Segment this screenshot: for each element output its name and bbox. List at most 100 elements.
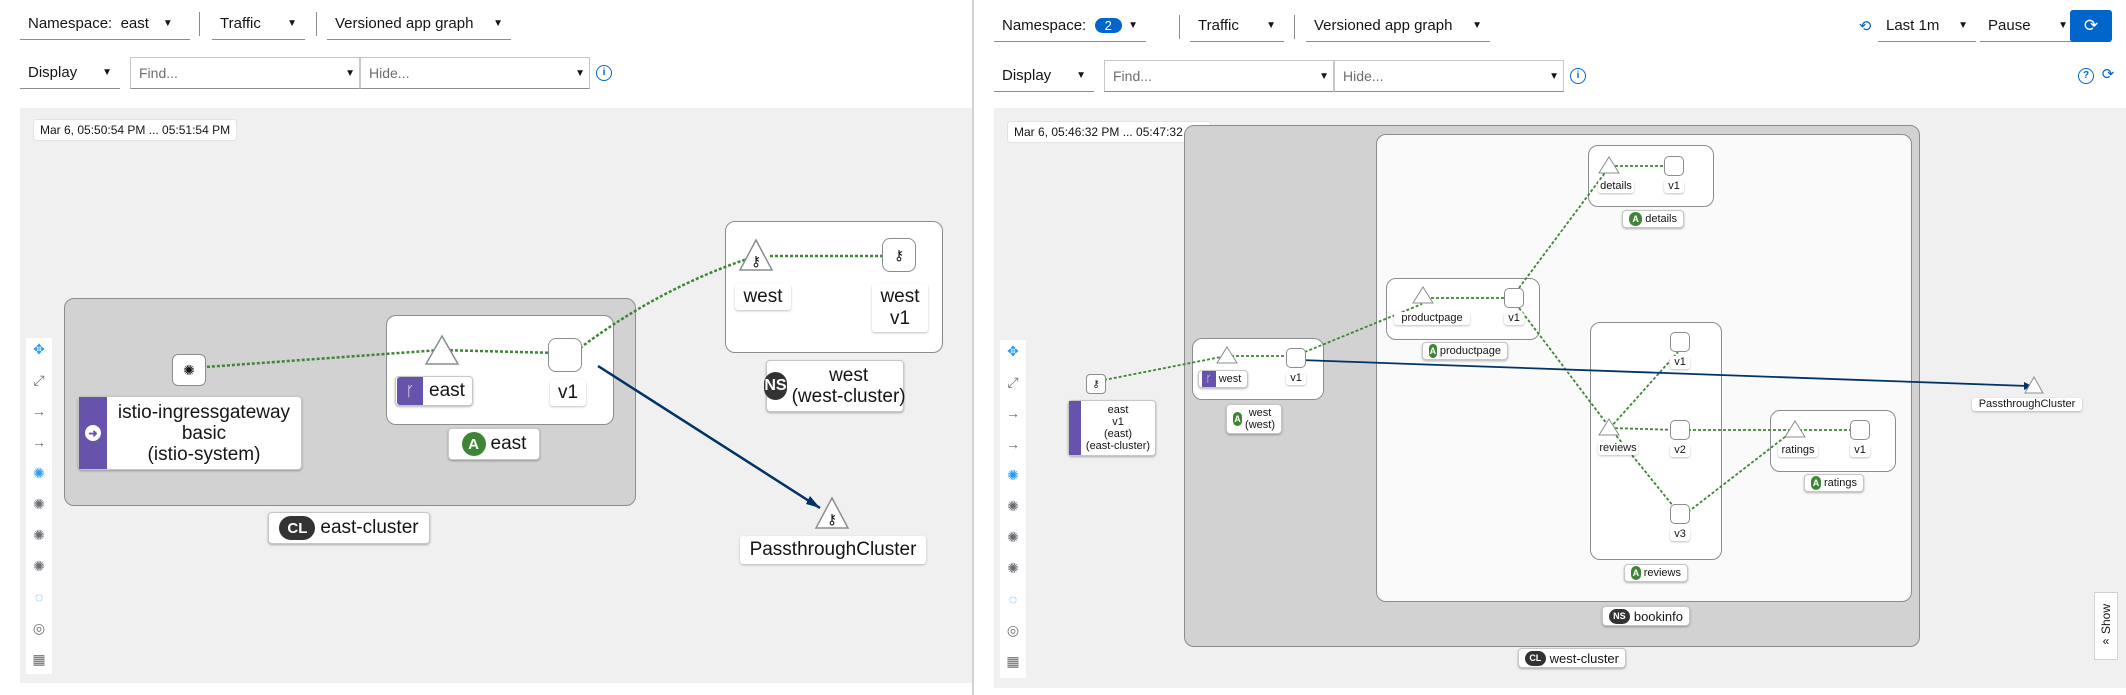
app-east-label[interactable]: A east (448, 428, 540, 460)
toolbar-separator (1179, 15, 1180, 39)
namespace-dropdown[interactable]: Namespace: 2 ▼ (994, 10, 1146, 42)
graph-type-dropdown[interactable]: Versioned app graph ▼ (1306, 10, 1490, 42)
refresh-button[interactable]: ⟳ (2070, 10, 2112, 42)
refresh-interval-dropdown[interactable]: Pause ▼ (1980, 10, 2076, 42)
find-input[interactable]: Find... ▼ (1104, 60, 1334, 92)
login-icon (1069, 401, 1081, 455)
reviews-app-label[interactable]: A reviews (1624, 564, 1688, 582)
east-v1-node[interactable] (548, 338, 582, 372)
caret-down-icon[interactable]: ▼ (1549, 71, 1559, 82)
east-service-triangle[interactable] (424, 334, 460, 366)
ratings-v1-node[interactable] (1850, 420, 1870, 440)
passthrough-node[interactable]: ⚷ (814, 496, 850, 530)
reviews-v1-node[interactable] (1670, 332, 1690, 352)
key-icon: ⚷ (751, 253, 761, 269)
info-icon[interactable]: i (596, 65, 612, 81)
east-node-label[interactable]: east v1 (east) (east-cluster) (1068, 400, 1156, 456)
layout-1-icon[interactable]: ✺ (1002, 495, 1024, 517)
pan-icon[interactable]: ✥ (28, 338, 50, 360)
map-icon[interactable]: ▦ (1002, 650, 1024, 672)
namespace-value: east (120, 15, 149, 32)
reviews-service-triangle[interactable] (1598, 418, 1620, 436)
traffic-dropdown[interactable]: Traffic ▼ (1190, 10, 1284, 42)
namespace-box-icon[interactable]: ◌ (28, 586, 50, 608)
side-panel-toggle[interactable]: Show « (2094, 592, 2118, 660)
west-v1-name: west (880, 286, 920, 307)
right-graph-pane: Namespace: 2 ▼ Traffic ▼ Versioned app g… (974, 0, 2126, 695)
ratings-service-triangle[interactable] (1784, 420, 1806, 438)
layout-2-icon[interactable]: ✺ (28, 524, 50, 546)
map-icon[interactable]: ▦ (28, 648, 50, 670)
legend-icon[interactable]: ◎ (28, 617, 50, 639)
history-icon[interactable]: ⟲ (1854, 10, 1876, 42)
west-workload-label[interactable]: ᚴ west (1198, 370, 1248, 388)
layout-arrow-icon[interactable]: → (1002, 433, 1024, 455)
layout-1-icon[interactable]: ✺ (28, 493, 50, 515)
caret-down-icon[interactable]: ▼ (1319, 71, 1329, 82)
layout-3-icon[interactable]: ✺ (28, 555, 50, 577)
west-v1-node[interactable]: ⚷ (882, 238, 916, 272)
display-dropdown[interactable]: Display ▼ (994, 60, 1094, 92)
west-cluster-label[interactable]: CL west-cluster (1518, 648, 1626, 668)
edge-ingress-to-east (191, 348, 441, 370)
west-service-triangle[interactable] (1216, 346, 1238, 364)
reviews-v3-label: v3 (1670, 528, 1690, 541)
ratings-app-label[interactable]: A ratings (1804, 474, 1864, 492)
reviews-v2-node[interactable] (1670, 420, 1690, 440)
west-service-node[interactable]: ⚷ (738, 238, 774, 272)
display-dropdown[interactable]: Display ▼ (20, 57, 120, 89)
ingress-label[interactable]: ➜ istio-ingressgateway basic (istio-syst… (78, 396, 302, 470)
caret-down-icon[interactable]: ▼ (575, 68, 585, 79)
caret-down-icon[interactable]: ▼ (345, 68, 355, 79)
details-app-name: details (1645, 213, 1677, 225)
fit-icon[interactable]: ⤢ (1002, 371, 1024, 393)
layout-default-icon[interactable]: ✺ (1002, 464, 1024, 486)
reviews-v3-node[interactable] (1670, 504, 1690, 524)
hide-input[interactable]: Hide... ▼ (360, 57, 590, 89)
layout-arrow-icon[interactable]: → (28, 431, 50, 453)
east-key-node[interactable]: ⚷ (1086, 374, 1106, 394)
passthrough-node[interactable] (2024, 376, 2044, 394)
ns-badge: NS (764, 372, 787, 400)
ns-badge: NS (1609, 608, 1630, 624)
pan-icon[interactable]: ✥ (1002, 340, 1024, 362)
details-v1-node[interactable] (1664, 156, 1684, 176)
productpage-service-triangle[interactable] (1412, 286, 1434, 304)
layout-arrow-icon[interactable]: → (1002, 402, 1024, 424)
edge-west-to-passthrough (1299, 359, 2029, 387)
graph-canvas[interactable]: Mar 6, 05:50:54 PM ... 05:51:54 PM ✺ ➜ i… (20, 108, 972, 683)
app-badge: A (1429, 344, 1437, 358)
graph-canvas[interactable]: Mar 6, 05:46:32 PM ... 05:47:32 PM ⚷ eas… (994, 108, 2126, 688)
graph-type-dropdown[interactable]: Versioned app graph ▼ (327, 8, 511, 40)
fit-icon[interactable]: ⤢ (28, 369, 50, 391)
west-app-label[interactable]: A west (west) (1226, 404, 1282, 434)
hide-input[interactable]: Hide... ▼ (1334, 60, 1564, 92)
ingress-node[interactable]: ✺ (172, 354, 206, 386)
reviews-v1-label: v1 (1670, 356, 1690, 369)
layout-3-icon[interactable]: ✺ (1002, 557, 1024, 579)
help-icon[interactable]: ? (2078, 68, 2094, 84)
ns-west-label[interactable]: NS west (west-cluster) (764, 360, 906, 412)
find-input[interactable]: Find... ▼ (130, 57, 360, 89)
namespace-dropdown[interactable]: Namespace: east ▼ (20, 8, 190, 40)
workload-east-label[interactable]: ᚴ east (395, 376, 473, 406)
traffic-dropdown[interactable]: Traffic ▼ (212, 8, 305, 40)
bookinfo-ns-label[interactable]: NS bookinfo (1602, 606, 1690, 626)
layout-2-icon[interactable]: ✺ (1002, 526, 1024, 548)
east-cluster-label[interactable]: CL east-cluster (268, 512, 430, 544)
ingress-gateway-icon: ✺ (183, 361, 195, 378)
productpage-v1-node[interactable] (1504, 288, 1524, 308)
productpage-app-label[interactable]: A productpage (1422, 342, 1508, 360)
namespace-box-icon[interactable]: ◌ (1002, 588, 1024, 610)
details-service-triangle[interactable] (1598, 156, 1620, 174)
info-icon[interactable]: i (1570, 68, 1586, 84)
east-node-ns: (east) (1103, 428, 1133, 440)
time-range-dropdown[interactable]: Last 1m ▼ (1878, 10, 1976, 42)
west-v1-node[interactable] (1286, 348, 1306, 368)
details-app-label[interactable]: A details (1622, 210, 1684, 228)
reset-icon[interactable]: ⟳ (2098, 64, 2118, 84)
layout-arrow-icon[interactable]: → (28, 400, 50, 422)
layout-default-icon[interactable]: ✺ (28, 462, 50, 484)
legend-icon[interactable]: ◎ (1002, 619, 1024, 641)
traffic-label: Traffic (1198, 17, 1239, 34)
